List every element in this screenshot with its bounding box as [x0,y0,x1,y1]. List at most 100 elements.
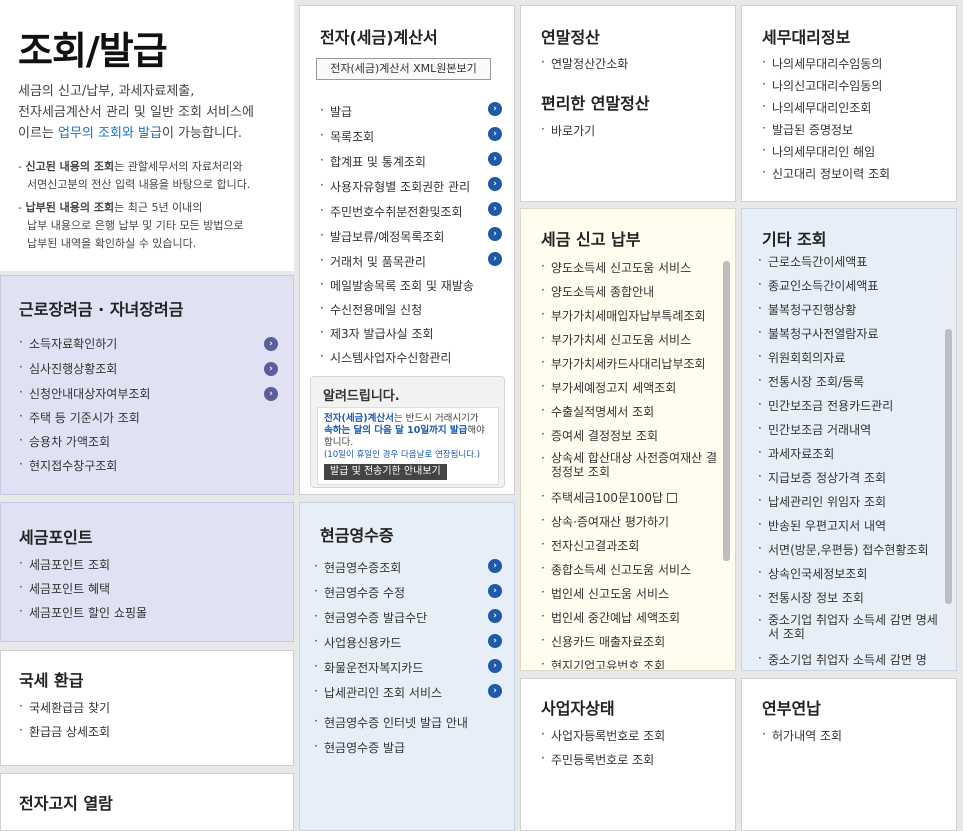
list-item[interactable]: 부가가치세 신고도움 서비스 [541,331,691,348]
arrow-icon[interactable]: › [488,634,502,648]
list-item[interactable]: 전통시장 정보 조회 [758,589,864,606]
arrow-icon[interactable]: › [264,387,278,401]
list-item[interactable]: 전통시장 조회/등록 [758,373,864,390]
arrow-icon[interactable]: › [488,202,502,216]
list-item[interactable]: 사업용신용카드 [314,634,401,651]
taxfile-scrollbar[interactable] [723,261,730,561]
arrow-icon[interactable]: › [488,152,502,166]
arrow-icon[interactable]: › [488,252,502,266]
list-item[interactable]: 나의신고대리수임동의 [762,77,882,94]
list-item[interactable]: 상속·증여재산 평가하기 [541,513,669,530]
list-item[interactable]: 현금영수증 발급수단 [314,609,427,626]
list-item[interactable]: 현금영수증 인터넷 발급 안내 [314,714,468,731]
list-item[interactable]: 목록조회 [320,128,374,145]
list-item[interactable]: 근로소득간이세액표 [758,253,867,270]
scrollbar-thumb[interactable] [945,329,952,604]
list-item[interactable]: 현금영수증조회 [314,559,401,576]
notice-panel[interactable]: 전자고지 열람 [0,773,294,831]
list-item[interactable]: 나의세무대리수임동의 [762,55,882,72]
arrow-icon[interactable]: › [264,337,278,351]
list-item[interactable]: 현금영수증 발급 [314,739,405,756]
notice-title[interactable]: 전자고지 열람 [19,790,113,814]
list-item[interactable]: 세금포인트 할인 쇼핑몰 [19,604,147,621]
list-item[interactable]: 위원회회의자료 [758,349,845,366]
list-item[interactable]: 법인세 신고도움 서비스 [541,585,669,602]
list-item[interactable]: 중소기업 취업자 소득세 감면 명세서 조회 [758,613,942,641]
arrow-icon[interactable]: › [488,227,502,241]
list-item[interactable]: 부가세예정고지 세액조회 [541,379,676,396]
list-item[interactable]: 심사진행상황조회 [19,360,117,377]
xml-view-button[interactable]: 전자(세금)계산서 XML원본보기 [316,58,491,80]
list-item[interactable]: 바로가기 [541,122,595,139]
arrow-icon[interactable]: › [488,102,502,116]
list-item[interactable]: 법인세 중간예납 세액조회 [541,609,680,626]
list-item[interactable]: 민간보조금 거래내역 [758,421,871,438]
list-item[interactable]: 현지접수창구조회 [19,457,117,474]
arrow-icon[interactable]: › [488,177,502,191]
list-item[interactable]: 세금포인트 조회 [19,556,110,573]
list-item[interactable]: 소득자료확인하기 [19,335,117,352]
arrow-icon[interactable]: › [264,362,278,376]
list-item[interactable]: 불복청구진행상황 [758,301,856,318]
list-item[interactable]: 부가가치세카드사대리납부조회 [541,355,706,372]
list-item[interactable]: 화물운전자복지카드 [314,659,423,676]
list-item[interactable]: 종합소득세 신고도움 서비스 [541,561,691,578]
list-item[interactable]: 증여세 결정정보 조회 [541,427,658,444]
list-item[interactable]: 반송된 우편고지서 내역 [758,517,886,534]
list-item[interactable]: 상속세 합산대상 사전증여재산 결정정보 조회 [541,451,719,479]
arrow-icon[interactable]: › [488,584,502,598]
scrollbar-thumb[interactable] [723,261,730,561]
list-item[interactable]: 납세관리인 위임자 조회 [758,493,886,510]
list-item[interactable]: 주택 등 기준시가 조회 [19,409,140,426]
arrow-icon[interactable]: › [488,684,502,698]
intro-link[interactable]: 업무의 조회와 발급 [58,126,162,141]
list-item[interactable]: 주택세금100문100답 [541,489,677,506]
list-item[interactable]: 발급된 증명정보 [762,121,853,138]
list-item[interactable]: 환급금 상세조회 [19,723,110,740]
list-item[interactable]: 현금영수증 수정 [314,584,405,601]
list-item[interactable]: 납세관리인 조회 서비스 [314,684,442,701]
list-item[interactable]: 연말정산간소화 [541,55,628,72]
other-scrollbar[interactable] [945,259,952,664]
list-item[interactable]: 합계표 및 통계조회 [320,153,426,170]
list-item[interactable]: 중소기업 취업자 소득세 감면 명 [758,651,927,668]
list-item[interactable]: 제3자 발급사실 조회 [320,325,434,342]
list-item[interactable]: 사용자유형별 조회권한 관리 [320,178,470,195]
arrow-icon[interactable]: › [488,659,502,673]
list-item[interactable]: 불복청구사전열람자료 [758,325,878,342]
list-item[interactable]: 신청안내대상자여부조회 [19,385,150,402]
list-item[interactable]: 발급보류/예정목록조회 [320,228,444,245]
list-item[interactable]: 사업자등록번호로 조회 [541,727,665,744]
list-item[interactable]: 주민번호수취분전환및조회 [320,203,462,220]
list-item[interactable]: 승용차 가액조회 [19,433,110,450]
list-item[interactable]: 국세환급금 찾기 [19,699,110,716]
list-item[interactable]: 서면(방문,우편등) 접수현황조회 [758,541,929,558]
list-item[interactable]: 수신전용메일 신청 [320,301,422,318]
arrow-icon[interactable]: › [488,609,502,623]
arrow-icon[interactable]: › [488,127,502,141]
list-item[interactable]: 주민등록번호로 조회 [541,751,654,768]
list-item[interactable]: 거래처 및 품목관리 [320,253,426,270]
list-item[interactable]: 발급 [320,103,352,120]
list-item[interactable]: 수출실적명세서 조회 [541,403,654,420]
arrow-icon[interactable]: › [488,559,502,573]
list-item[interactable]: 허가내역 조회 [762,727,842,744]
list-item[interactable]: 신고대리 정보이력 조회 [762,165,890,182]
list-item[interactable]: 나의세무대리인 해임 [762,143,875,160]
list-item[interactable]: 민간보조금 전용카드관리 [758,397,893,414]
list-item[interactable]: 종교인소득간이세액표 [758,277,878,294]
alert-guide-button[interactable]: 발급 및 전송기한 안내보기 [324,464,447,480]
list-item[interactable]: 상속인국세정보조회 [758,565,867,582]
list-item[interactable]: 전자신고결과조회 [541,537,639,554]
list-item[interactable]: 시스템사업자수신함관리 [320,349,451,366]
list-item[interactable]: 신용카드 매출자료조회 [541,633,665,650]
list-item[interactable]: 부가가치세매입자납부특례조회 [541,307,706,324]
list-item[interactable]: 세금포인트 혜택 [19,580,110,597]
list-item[interactable]: 양도소득세 신고도움 서비스 [541,259,691,276]
list-item[interactable]: 양도소득세 종합안내 [541,283,654,300]
list-item[interactable]: 현지기업고유번호 조회 [541,657,665,669]
list-item[interactable]: 메일발송목록 조회 및 재발송 [320,277,474,294]
list-item[interactable]: 지급보증 정상가격 조회 [758,469,886,486]
list-item[interactable]: 나의세무대리인조회 [762,99,871,116]
list-item[interactable]: 과세자료조회 [758,445,834,462]
